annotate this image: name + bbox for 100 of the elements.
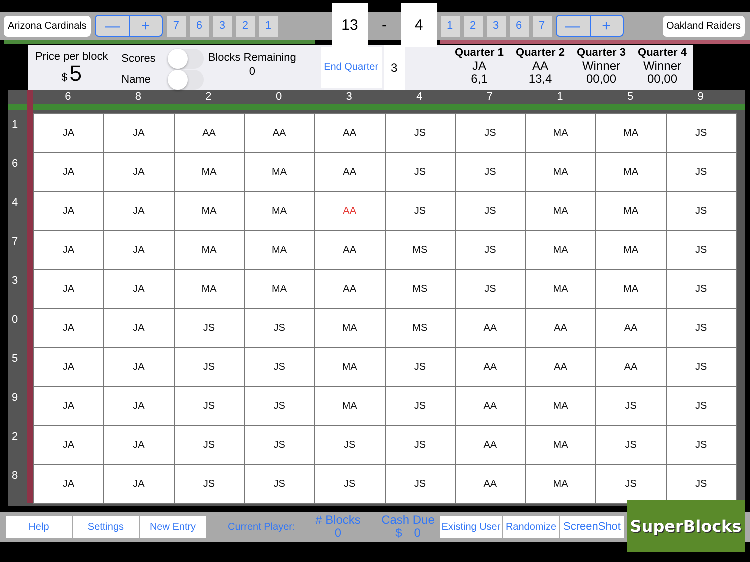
grid-cell[interactable]: MA [174,152,245,192]
grid-cell[interactable]: JS [454,191,526,231]
grid-cell[interactable]: JS [666,347,737,387]
grid-cell[interactable]: JS [384,113,456,153]
grid-cell[interactable]: AA [525,347,596,387]
grid-cell[interactable]: JS [666,230,737,270]
grid-cell[interactable]: JS [174,464,245,504]
grid-cell[interactable]: AA [454,425,526,465]
grid-cell[interactable]: JS [666,386,737,426]
toolbar-button[interactable]: Settings [73,516,139,538]
grid-cell[interactable]: JA [103,269,175,309]
grid-cell[interactable]: JA [33,191,104,231]
grid-cell[interactable]: JS [454,152,526,192]
grid-cell[interactable]: AA [314,152,386,192]
grid-cell[interactable]: JS [174,425,245,465]
grid-cell[interactable]: JA [103,152,175,192]
grid-cell[interactable]: MA [525,113,596,153]
grid-cell[interactable]: MA [244,230,316,270]
grid-cell[interactable]: MA [174,191,245,231]
grid-cell[interactable]: MA [595,152,667,192]
grid-cell[interactable]: MA [525,191,596,231]
grid-cell[interactable]: MS [384,269,456,309]
toolbar-button[interactable]: Existing User [440,516,502,538]
grid-cell[interactable]: MA [174,269,245,309]
grid-cell[interactable]: JS [174,386,245,426]
grid-cell[interactable]: MA [244,191,316,231]
grid-cell[interactable]: JA [33,230,104,270]
grid-cell[interactable]: JA [103,230,175,270]
grid-cell[interactable]: JS [244,425,316,465]
grid-cell[interactable]: JA [103,308,175,348]
grid-cell[interactable]: JS [666,269,737,309]
grid-cell[interactable]: JS [174,308,245,348]
grid-cell[interactable]: JA [33,308,104,348]
grid-cell[interactable]: JS [454,230,526,270]
grid-cell[interactable]: MS [384,308,456,348]
grid-cell[interactable]: JA [33,347,104,387]
grid-cell[interactable]: JA [103,113,175,153]
grid-cell[interactable]: AA [454,464,526,504]
team-name-field[interactable]: Arizona Cardinals [4,16,91,36]
grid-cell[interactable]: JS [244,347,316,387]
grid-cell[interactable]: JA [33,113,104,153]
grid-cell[interactable]: JS [454,269,526,309]
grid-cell[interactable]: MA [525,425,596,465]
grid-cell[interactable]: AA [454,347,526,387]
grid-cell[interactable]: JA [33,464,104,504]
grid-cell[interactable]: JA [33,425,104,465]
grid-cell[interactable]: AA [595,308,667,348]
grid-cell[interactable]: JS [384,464,456,504]
grid-cell[interactable]: JS [595,386,667,426]
grid-cell[interactable]: MA [525,386,596,426]
toolbar-button[interactable]: ScreenShot [560,516,624,538]
toolbar-button[interactable]: Help [6,516,72,538]
grid-cell[interactable]: JS [666,425,737,465]
grid-cell[interactable]: JA [103,425,175,465]
grid-cell[interactable]: JS [595,425,667,465]
grid-cell[interactable]: JS [384,425,456,465]
team-name-field[interactable]: Oakland Raiders [662,16,745,36]
grid-cell[interactable]: JS [314,464,386,504]
grid-cell[interactable]: MA [244,269,316,309]
grid-cell[interactable]: JS [174,347,245,387]
grid-cell[interactable]: JA [33,269,104,309]
toolbar-button[interactable]: Randomize [503,516,560,538]
grid-cell[interactable]: JS [595,464,667,504]
grid-cell[interactable]: MA [525,269,596,309]
grid-cell[interactable]: JS [384,191,456,231]
grid-cell[interactable]: JS [384,347,456,387]
grid-cell[interactable]: JS [384,386,456,426]
grid-cell[interactable]: JS [384,152,456,192]
grid-cell[interactable]: JS [666,113,737,153]
grid-cell[interactable]: JS [314,425,386,465]
grid-cell[interactable]: JS [244,464,316,504]
grid-cell[interactable]: JS [244,308,316,348]
grid-cell[interactable]: MA [525,152,596,192]
grid-cell[interactable]: JA [103,347,175,387]
grid-cell[interactable]: AA [314,230,386,270]
grid-cell[interactable]: MA [314,386,386,426]
grid-cell[interactable]: MA [525,464,596,504]
grid-cell[interactable]: MA [595,230,667,270]
grid-cell[interactable]: JS [666,308,737,348]
grid-cell[interactable]: AA [174,113,245,153]
grid-cell[interactable]: AA [454,386,526,426]
grid-cell[interactable]: MA [314,308,386,348]
grid-cell[interactable]: MA [595,191,667,231]
grid-cell[interactable]: AA [314,191,386,231]
grid-cell[interactable]: JS [666,191,737,231]
grid-cell[interactable]: AA [244,113,316,153]
grid-cell[interactable]: JA [33,386,104,426]
grid-cell[interactable]: MA [244,152,316,192]
grid-cell[interactable]: AA [314,113,386,153]
grid-cell[interactable]: JA [103,191,175,231]
end-quarter-button[interactable]: End Quarter [321,47,382,88]
toolbar-button[interactable]: New Entry [140,516,206,538]
grid-cell[interactable]: MA [174,230,245,270]
grid-cell[interactable]: AA [454,308,526,348]
grid-cell[interactable]: JA [33,152,104,192]
grid-cell[interactable]: JS [666,152,737,192]
grid-cell[interactable]: JA [103,386,175,426]
grid-cell[interactable]: MA [595,269,667,309]
grid-cell[interactable]: JA [103,464,175,504]
grid-cell[interactable]: AA [525,308,596,348]
